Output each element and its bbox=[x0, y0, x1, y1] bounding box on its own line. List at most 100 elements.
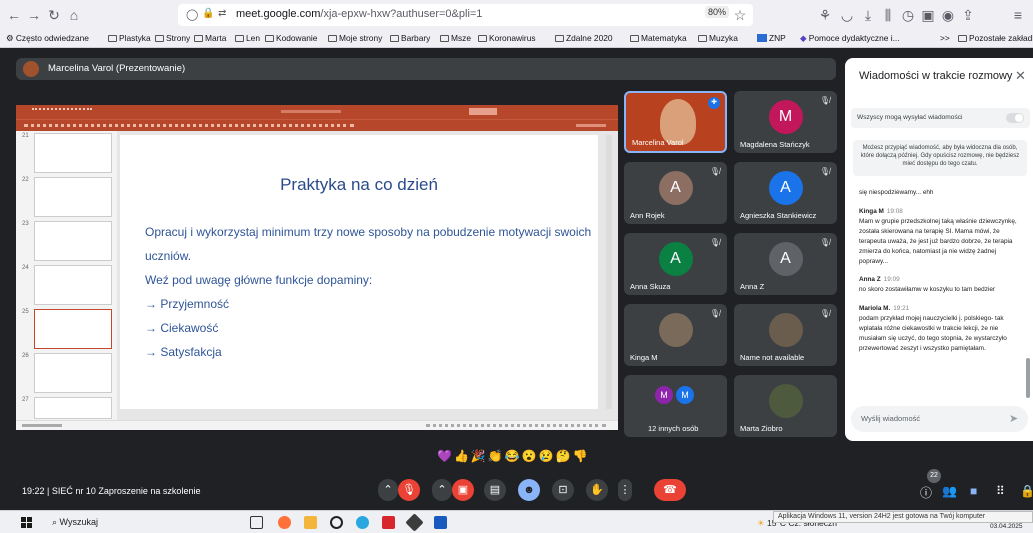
participant-tile[interactable]: 🎙︎̸ Name not available bbox=[734, 304, 837, 366]
participant-tile[interactable]: 🎙︎̸ A Anna Skuza bbox=[624, 233, 727, 295]
participant-tile[interactable]: Marta Ziobro bbox=[734, 375, 837, 437]
participant-tile[interactable]: ✚ Marcelina Varol bbox=[624, 91, 727, 153]
participant-name: Kinga M bbox=[630, 353, 658, 362]
reload-icon[interactable]: ↻ bbox=[44, 5, 64, 25]
slide-thumb[interactable] bbox=[34, 221, 112, 261]
chat-scrollbar[interactable] bbox=[1026, 358, 1030, 398]
close-icon[interactable]: ✕ bbox=[1015, 68, 1026, 84]
extension-icon[interactable]: ⚘ bbox=[815, 5, 835, 25]
participant-name: Agnieszka Stankiewicz bbox=[740, 211, 817, 220]
bookmark-item[interactable]: Len bbox=[235, 33, 260, 43]
sidebar-icon[interactable]: ▣ bbox=[918, 5, 938, 25]
participant-tile[interactable]: 🎙︎̸ A Ann Rojek bbox=[624, 162, 727, 224]
bookmark-star-icon[interactable]: ☆ bbox=[730, 5, 750, 25]
word-icon[interactable] bbox=[434, 516, 447, 529]
account-icon[interactable]: ◉ bbox=[938, 5, 958, 25]
firefox-icon[interactable] bbox=[278, 516, 291, 529]
slide-thumb[interactable] bbox=[34, 397, 112, 419]
zoom-level[interactable]: 80% bbox=[705, 6, 730, 18]
send-icon[interactable]: ➤ bbox=[1009, 412, 1018, 425]
url-text[interactable]: meet.google.com/xja-epxw-hxw?authuser=0&… bbox=[236, 8, 482, 20]
camera-options-button[interactable]: ⌃ bbox=[432, 479, 452, 501]
app-icon[interactable] bbox=[405, 513, 424, 532]
bookmark-item[interactable]: ⚙ Często odwiedzane bbox=[6, 33, 89, 43]
acrobat-icon[interactable] bbox=[382, 516, 395, 529]
participant-tile[interactable]: 🎙︎̸ A Anna Z bbox=[734, 233, 837, 295]
clock-date[interactable]: 03.04.2025 bbox=[990, 523, 1023, 530]
back-icon[interactable]: ← bbox=[4, 5, 24, 25]
lock-icon[interactable]: 🔒 bbox=[202, 8, 214, 19]
avatar: A bbox=[768, 171, 803, 205]
bookmark-item[interactable]: Matematyka bbox=[630, 33, 687, 43]
permission-toggle[interactable] bbox=[1006, 113, 1024, 123]
leave-call-button[interactable]: ☎ bbox=[654, 479, 686, 501]
bookmark-item[interactable]: Msze bbox=[440, 33, 471, 43]
emoji-button[interactable]: ☻ bbox=[518, 479, 540, 501]
home-icon[interactable]: ⌂ bbox=[64, 5, 84, 25]
slide-thumb[interactable] bbox=[34, 177, 112, 217]
mic-off-button[interactable]: 🎙 bbox=[398, 479, 420, 501]
windows-start-icon[interactable] bbox=[21, 517, 32, 528]
bookmark-item[interactable]: Marta bbox=[194, 33, 226, 43]
avatar bbox=[23, 61, 39, 77]
bookmark-item[interactable]: Zdalne 2020 bbox=[555, 33, 613, 43]
camera-off-button[interactable]: ▣ bbox=[452, 479, 474, 501]
permissions-icon[interactable]: ⇄ bbox=[218, 8, 226, 19]
bookmark-item[interactable]: Muzyka bbox=[698, 33, 738, 43]
host-controls-icon[interactable]: 🔒 bbox=[1020, 484, 1033, 498]
bookmarks-overflow[interactable]: >> bbox=[940, 33, 950, 43]
raise-hand-button[interactable]: ✋ bbox=[586, 479, 608, 501]
slide-thumb[interactable] bbox=[34, 133, 112, 173]
shared-screen: 21 22 23 24 25 26 27 Praktyka na co dzie… bbox=[16, 105, 618, 430]
forward-icon[interactable]: → bbox=[24, 5, 44, 25]
participant-tile[interactable]: 🎙︎̸ A Agnieszka Stankiewicz bbox=[734, 162, 837, 224]
mic-off-icon: 🎙︎̸ bbox=[709, 238, 720, 247]
mic-off-icon: 🎙︎̸ bbox=[819, 309, 830, 318]
slide-thumb[interactable] bbox=[34, 353, 112, 393]
slide-scrollbar[interactable] bbox=[606, 135, 612, 409]
reactions-bar[interactable]: 💜👍🎉👏😂😮😢🤔👎 bbox=[437, 449, 589, 463]
shield-icon[interactable]: ◯ bbox=[186, 8, 198, 21]
chat-permission: Wszyscy mogą wysyłać wiadomości bbox=[851, 108, 1030, 128]
bookmark-item[interactable]: Kodowanie bbox=[265, 33, 317, 43]
menu-icon[interactable]: ≡ bbox=[1008, 5, 1028, 25]
meeting-title: SIEĆ nr 10 Zaproszenie na szkolenie bbox=[51, 486, 201, 496]
edge-icon[interactable] bbox=[356, 516, 369, 529]
task-view-icon[interactable] bbox=[250, 516, 263, 529]
pocket-icon[interactable]: ◡ bbox=[837, 5, 857, 25]
people-icon[interactable]: 👥 bbox=[942, 484, 957, 498]
bookmark-item[interactable]: Strony bbox=[155, 33, 190, 43]
captions-button[interactable]: ▤ bbox=[484, 479, 506, 501]
downloads-icon[interactable]: ⤓ bbox=[858, 5, 878, 25]
bookmark-item[interactable]: Barbary bbox=[390, 33, 430, 43]
ppt-window-title bbox=[281, 110, 341, 113]
file-explorer-icon[interactable] bbox=[304, 516, 317, 529]
library-icon[interactable]: ⫼ bbox=[878, 5, 898, 25]
opera-icon[interactable] bbox=[330, 516, 343, 529]
info-icon[interactable]: ⓘ bbox=[920, 484, 932, 501]
more-options-button[interactable]: ⋮ bbox=[618, 479, 632, 501]
bookmark-item[interactable]: Koronawirus bbox=[478, 33, 536, 43]
present-button[interactable]: ⊡ bbox=[552, 479, 574, 501]
slide-thumb-selected[interactable] bbox=[34, 309, 112, 349]
bookmark-item[interactable]: Pozostałe zakładki bbox=[958, 33, 1033, 43]
presenting-bar: Marcelina Varol (Prezentowanie) bbox=[16, 58, 836, 80]
update-notification[interactable]: Aplikacja Windows 11, version 24H2 jest … bbox=[773, 511, 1033, 523]
taskbar-search[interactable]: ⌕ Wyszukaj bbox=[52, 517, 98, 528]
bookmark-item[interactable]: Plastyka bbox=[108, 33, 151, 43]
activities-icon[interactable]: ⠿ bbox=[996, 484, 1005, 498]
url-bar[interactable]: ◯ 🔒 ⇄ meet.google.com/xja-epxw-hxw?authu… bbox=[178, 4, 753, 26]
history-icon[interactable]: ◷ bbox=[898, 5, 918, 25]
bookmark-item[interactable]: Moje strony bbox=[328, 33, 382, 43]
chat-icon[interactable]: ■ bbox=[970, 484, 977, 498]
participant-tile[interactable]: 🎙︎̸ Kinga M bbox=[624, 304, 727, 366]
share-icon[interactable]: ⇪ bbox=[958, 5, 978, 25]
bookmark-item[interactable]: ◆ Pomoce dydaktyczne i... bbox=[800, 33, 900, 43]
mic-options-button[interactable]: ⌃ bbox=[378, 479, 398, 501]
participant-tile[interactable]: 🎙︎̸ M Magdalena Stańczyk bbox=[734, 91, 837, 153]
slide-thumb[interactable] bbox=[34, 265, 112, 305]
participant-tile[interactable]: M M 12 innych osób bbox=[624, 375, 727, 437]
bookmark-item[interactable]: ZNP bbox=[757, 33, 786, 43]
chat-input[interactable]: Wyślij wiadomość ➤ bbox=[851, 406, 1028, 432]
avatar: M bbox=[676, 386, 694, 404]
